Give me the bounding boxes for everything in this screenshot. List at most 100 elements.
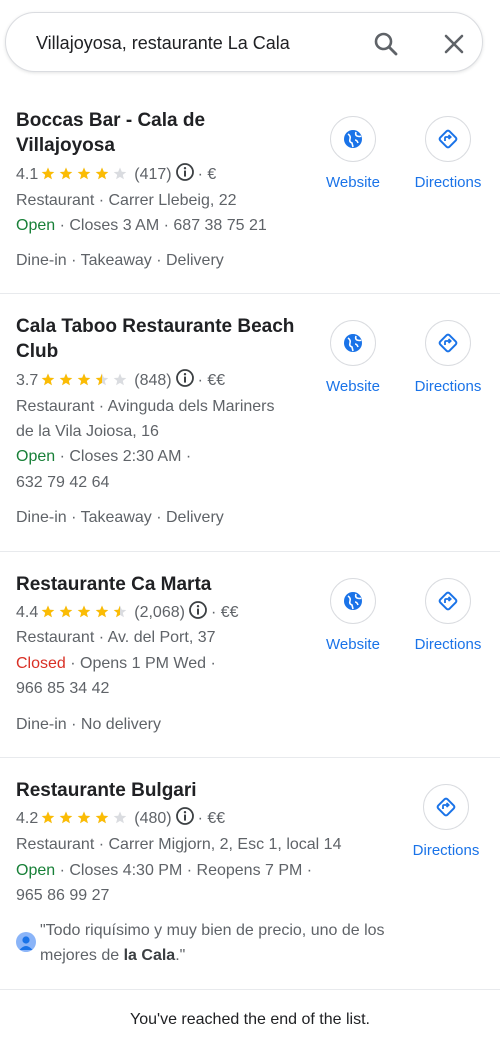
website-label: Website <box>326 636 380 653</box>
price-level: · €€ <box>197 810 226 827</box>
star-icon <box>41 373 55 386</box>
result-card[interactable]: Boccas Bar - Cala de Villajoyosa 4.1 (417… <box>0 96 500 294</box>
result-title[interactable]: Boccas Bar - Cala de Villajoyosa <box>16 108 316 158</box>
info-icon[interactable] <box>188 600 208 628</box>
directions-button[interactable]: Directions <box>408 116 488 191</box>
phone-number: 966 85 34 42 <box>16 680 110 697</box>
website-button[interactable]: Website <box>313 578 393 653</box>
star-icon <box>59 373 73 386</box>
globe-icon <box>330 578 376 624</box>
star-icon <box>77 811 91 824</box>
phone-number: 965 86 99 27 <box>16 887 110 904</box>
search-input[interactable] <box>36 13 356 73</box>
star-icon <box>113 167 127 180</box>
directions-label: Directions <box>414 636 482 653</box>
hours-row: Closed · Opens 1 PM Wed · <box>16 651 216 676</box>
close-icon[interactable] <box>440 30 468 58</box>
star-icon <box>95 605 109 618</box>
star-rating <box>41 808 131 833</box>
website-label: Website <box>326 378 380 395</box>
rating-value: 4.2 <box>16 810 39 827</box>
directions-label: Directions <box>414 378 482 395</box>
rating-row: 4.2 (480) · €€ <box>16 806 225 834</box>
website-button[interactable]: Website <box>313 320 393 395</box>
hours-row: Open · Closes 4:30 PM · Reopens 7 PM · <box>16 858 312 883</box>
rating-row: 4.4 (2,068) · €€ <box>16 600 239 628</box>
phone-number: 632 79 42 64 <box>16 474 110 491</box>
hours-text: · Opens 1 PM Wed · <box>65 655 216 672</box>
hours-row: Open · Closes 3 AM · 687 38 75 21 <box>16 213 267 238</box>
status-open: Open <box>16 448 56 465</box>
star-icon <box>95 811 109 824</box>
user-avatar-icon <box>16 932 36 952</box>
star-icon <box>59 811 73 824</box>
price-level: · €€ <box>197 372 226 389</box>
result-title[interactable]: Restaurante Bulgari <box>16 778 316 803</box>
website-button[interactable]: Website <box>313 116 393 191</box>
search-icon[interactable] <box>372 30 400 58</box>
star-rating <box>41 164 131 189</box>
star-rating <box>41 602 131 627</box>
star-icon <box>113 605 127 618</box>
star-icon <box>95 167 109 180</box>
directions-icon <box>425 578 471 624</box>
address: Restaurant · Avinguda dels Mariners <box>16 398 275 415</box>
star-icon <box>41 605 55 618</box>
star-icon <box>77 167 91 180</box>
service-options: Dine-in · No delivery <box>16 716 161 733</box>
hours-text: · Closes 3 AM · 687 38 75 21 <box>55 217 267 234</box>
rating-row: 4.1 (417) · € <box>16 162 216 190</box>
hours-text: · Closes 2:30 AM · <box>55 448 192 465</box>
info-icon[interactable] <box>175 806 195 834</box>
star-icon <box>77 605 91 618</box>
directions-button[interactable]: Directions <box>408 320 488 395</box>
globe-icon <box>330 320 376 366</box>
directions-icon <box>425 116 471 162</box>
address-line2: de la Vila Joiosa, 16 <box>16 423 159 440</box>
directions-icon <box>423 784 469 830</box>
review-count: (2,068) <box>134 604 185 621</box>
rating-value: 4.1 <box>16 166 39 183</box>
directions-button[interactable]: Directions <box>406 784 486 859</box>
service-options: Dine-in · Takeaway · Delivery <box>16 509 224 526</box>
price-level: · € <box>197 166 217 183</box>
review-text: "Todo riquísimo y muy bien de precio, un… <box>40 922 385 964</box>
result-card[interactable]: Restaurante Bulgari 4.2 (480) · €€ Restaur… <box>0 758 500 990</box>
directions-label: Directions <box>414 174 482 191</box>
rating-value: 4.4 <box>16 604 39 621</box>
website-label: Website <box>326 174 380 191</box>
star-icon <box>59 167 73 180</box>
star-icon <box>77 373 91 386</box>
star-icon <box>41 167 55 180</box>
result-title[interactable]: Restaurante Ca Marta <box>16 572 316 597</box>
star-icon <box>59 605 73 618</box>
address: Restaurant · Av. del Port, 37 <box>16 629 216 646</box>
result-card[interactable]: Restaurante Ca Marta 4.4 (2,068) · €€ Rest… <box>0 552 500 758</box>
star-icon <box>41 811 55 824</box>
info-icon[interactable] <box>175 368 195 396</box>
directions-icon <box>425 320 471 366</box>
address: Restaurant · Carrer Migjorn, 2, Esc 1, l… <box>16 836 342 853</box>
directions-button[interactable]: Directions <box>408 578 488 653</box>
review-count: (848) <box>134 372 172 389</box>
address: Restaurant · Carrer Llebeig, 22 <box>16 192 237 209</box>
directions-label: Directions <box>412 842 480 859</box>
end-of-list-message: You've reached the end of the list. <box>130 1011 370 1028</box>
status-closed: Closed <box>16 655 66 672</box>
star-rating <box>41 370 131 395</box>
star-icon <box>113 373 127 386</box>
info-icon[interactable] <box>175 162 195 190</box>
status-open: Open <box>16 217 56 234</box>
rating-value: 3.7 <box>16 372 39 389</box>
result-card[interactable]: Cala Taboo Restaurante Beach Club 3.7 (84… <box>0 294 500 552</box>
search-bar <box>5 12 483 73</box>
price-level: · €€ <box>210 604 239 621</box>
result-title[interactable]: Cala Taboo Restaurante Beach Club <box>16 314 316 364</box>
rating-row: 3.7 (848) · €€ <box>16 368 225 396</box>
review-count: (417) <box>134 166 172 183</box>
star-icon <box>95 373 109 386</box>
hours-row: Open · Closes 2:30 AM · <box>16 444 191 469</box>
globe-icon <box>330 116 376 162</box>
service-options: Dine-in · Takeaway · Delivery <box>16 252 224 269</box>
hours-text: · Closes 4:30 PM · Reopens 7 PM · <box>55 862 313 879</box>
